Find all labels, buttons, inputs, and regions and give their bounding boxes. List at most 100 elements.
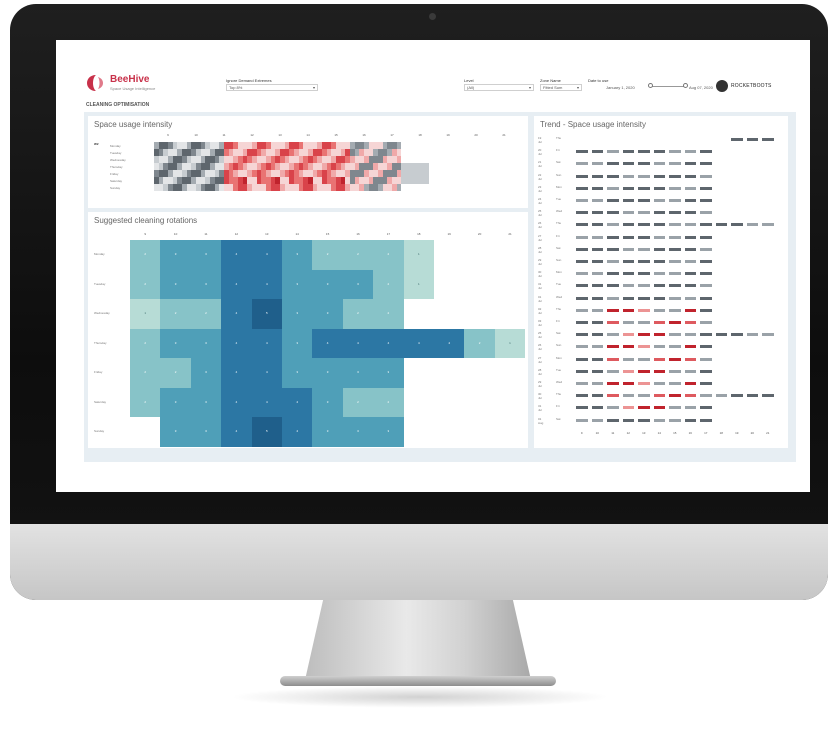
rotation-cell-value: 2 bbox=[144, 281, 147, 286]
trend-mark bbox=[607, 394, 619, 398]
trend-mark bbox=[607, 296, 619, 300]
trend-hour-label: 20 bbox=[750, 430, 754, 435]
trend-panel: Trend - Space usage intensity 19 Jul Thu 2… bbox=[534, 116, 788, 448]
rocketboots-logo-icon bbox=[716, 80, 728, 92]
date-range-slider[interactable] bbox=[651, 86, 685, 87]
rotation-cell-value: 2 bbox=[205, 311, 207, 315]
usage-hour-label: 10 bbox=[194, 133, 198, 137]
trend-mark bbox=[669, 394, 681, 398]
rotation-cell-value: 4 bbox=[235, 311, 238, 315]
usage-day-label: Thursday bbox=[110, 165, 123, 169]
trend-mark bbox=[591, 211, 603, 215]
rotation-cell-value: 3 bbox=[387, 429, 390, 433]
trend-mark bbox=[700, 406, 712, 410]
trend-mark bbox=[576, 211, 588, 215]
usage-day-label: Saturday bbox=[110, 179, 123, 183]
trend-mark bbox=[576, 223, 588, 227]
usage-day-label: Wednesday bbox=[110, 158, 126, 162]
rotation-hour-label: 15 bbox=[325, 232, 330, 236]
trend-mark bbox=[591, 199, 603, 202]
rotation-hour-label: 12 bbox=[234, 232, 239, 236]
trend-mark bbox=[684, 162, 696, 166]
usage-intensity-panel: Space usage intensity W2 9 10 11 12 13 14 15 16 1… bbox=[88, 116, 528, 208]
trend-mark bbox=[653, 369, 665, 373]
trend-date-label: 30 Jul bbox=[538, 392, 542, 401]
usage-hour-label: 19 bbox=[446, 133, 450, 137]
trend-mark bbox=[684, 418, 696, 422]
date-start-handle[interactable] bbox=[648, 83, 653, 88]
filter-level-select[interactable]: (All) ▾ bbox=[464, 84, 534, 91]
rotation-cell-value: 3 bbox=[357, 429, 359, 433]
rotation-cell-value: 5 bbox=[265, 429, 268, 433]
trend-mark bbox=[591, 321, 603, 324]
trend-mark bbox=[591, 333, 603, 337]
trend-mark bbox=[638, 394, 650, 398]
trend-mark bbox=[684, 382, 696, 385]
trend-mark bbox=[607, 369, 619, 373]
trend-mark bbox=[684, 357, 696, 361]
trend-day-label: Mon bbox=[556, 270, 562, 275]
trend-mark bbox=[638, 382, 650, 385]
rotation-cell-value: 2 bbox=[174, 370, 177, 374]
trend-mark bbox=[638, 211, 650, 215]
rotation-day-label: Sunday bbox=[94, 429, 105, 433]
app-subtitle: Space Usage Intelligence bbox=[110, 86, 156, 91]
trend-mark bbox=[607, 223, 619, 227]
usage-group-label: W2 bbox=[94, 142, 99, 146]
trend-mark bbox=[653, 162, 665, 166]
trend-mark bbox=[638, 296, 650, 300]
trend-mark bbox=[591, 369, 603, 373]
date-start: January 1, 2020 bbox=[606, 85, 635, 90]
trend-date-label: 29 Jul bbox=[538, 258, 542, 266]
rotation-cell-value: 3 bbox=[174, 429, 177, 433]
trend-date-label: 31 Jul bbox=[538, 404, 542, 413]
usage-hour-label: 9 bbox=[167, 133, 169, 137]
trend-mark bbox=[622, 321, 634, 324]
trend-mark bbox=[653, 357, 665, 361]
trend-mark bbox=[607, 162, 619, 166]
trend-mark bbox=[591, 345, 603, 349]
trend-mark bbox=[653, 247, 665, 251]
rotation-day-label: Saturday bbox=[94, 399, 107, 404]
date-end-handle[interactable] bbox=[683, 83, 688, 88]
trend-mark bbox=[638, 174, 650, 178]
trend-date-label: 26 Jul bbox=[538, 343, 542, 352]
trend-day-label: Fri bbox=[556, 148, 560, 153]
trend-mark bbox=[700, 382, 712, 385]
filter-demand-select[interactable]: Top 8% ▾ bbox=[226, 84, 318, 91]
trend-mark bbox=[607, 418, 619, 422]
trend-date-label: 24 Jul bbox=[538, 197, 542, 205]
trend-mark bbox=[669, 369, 681, 373]
usage-hour-label: 17 bbox=[390, 133, 394, 137]
rotation-cell-value: 3 bbox=[326, 429, 329, 433]
usage-day-label: Sunday bbox=[110, 186, 121, 190]
rotation-cell-value: 2 bbox=[144, 252, 147, 256]
usage-hour-label: 15 bbox=[334, 133, 338, 137]
filter-zone-select[interactable]: Fitted Sum ▾ bbox=[540, 84, 582, 91]
rotation-cell-value: 5 bbox=[265, 311, 268, 315]
rotation-hour-label: 16 bbox=[356, 232, 360, 236]
trend-mark bbox=[638, 406, 650, 410]
trend-mark bbox=[607, 345, 619, 349]
trend-mark bbox=[653, 235, 665, 239]
trend-mark bbox=[715, 394, 727, 398]
trend-mark bbox=[700, 174, 712, 178]
filter-demand-label: Ignore Demand Extremes bbox=[226, 78, 272, 83]
trend-mark bbox=[700, 333, 712, 337]
trend-mark bbox=[622, 247, 634, 251]
trend-mark bbox=[622, 186, 634, 190]
usage-hour-label: 16 bbox=[362, 133, 366, 137]
rotation-hour-label: 11 bbox=[204, 232, 208, 236]
trend-mark bbox=[638, 199, 650, 202]
trend-hour-label: 18 bbox=[719, 430, 723, 435]
rotation-hour-label: 17 bbox=[386, 232, 391, 236]
trend-mark bbox=[669, 308, 681, 312]
trend-date-label: 28 Jul bbox=[538, 367, 542, 376]
rotation-cell-value: 3 bbox=[205, 429, 207, 433]
screen: BeeHive Space Usage Intelligence Ignore … bbox=[56, 40, 810, 492]
trend-mark bbox=[622, 199, 634, 202]
trend-mark bbox=[700, 418, 712, 422]
trend-mark bbox=[653, 284, 665, 288]
usage-hour-label: 13 bbox=[278, 133, 282, 137]
monitor-stand bbox=[305, 600, 531, 680]
